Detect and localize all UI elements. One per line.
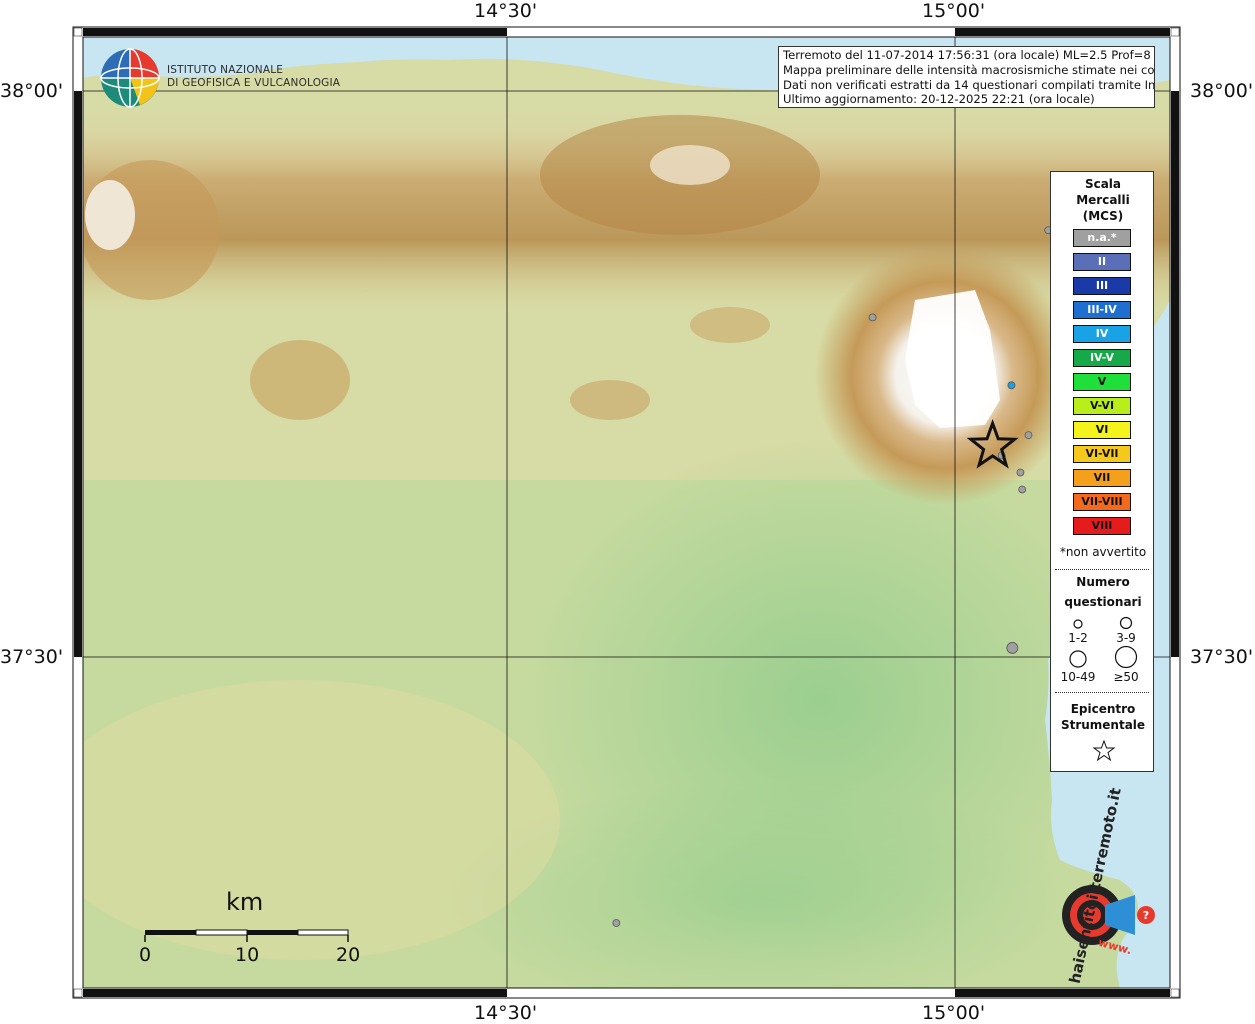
- legend-title-1: Scala: [1084, 177, 1122, 191]
- observation-marker-0[interactable]: [868, 313, 877, 322]
- scale-bar-tick-0: 0: [139, 944, 152, 966]
- scale-bar-tick-20: 20: [336, 944, 361, 966]
- epicenter-title-2: Strumentale: [1060, 718, 1146, 732]
- count-symbol-3-9: [1119, 616, 1133, 630]
- observation-marker-4[interactable]: [1018, 485, 1027, 494]
- lon-label-top-2: 15°00': [922, 0, 986, 22]
- epicenter-title-1: Epicentro: [1070, 702, 1136, 716]
- intensity-chip-n-a: n.a.*: [1073, 229, 1131, 247]
- legend-note: *non avvertito: [1059, 545, 1147, 559]
- intensity-chip-ii: II: [1073, 253, 1131, 271]
- lat-label-right-2: 37°30': [1190, 646, 1254, 668]
- legend-title-2: Mercalli: [1076, 193, 1130, 207]
- count-label-3-9: 3-9: [1116, 631, 1136, 645]
- observation-marker-3[interactable]: [1016, 468, 1025, 477]
- count-symbol-1-2: [1073, 619, 1083, 629]
- intensity-chip-iv-v: IV-V: [1073, 349, 1131, 367]
- intensity-chip-viii: VIII: [1073, 517, 1131, 535]
- lon-label-top-1: 14°30': [474, 0, 538, 22]
- svg-text:?: ?: [1143, 909, 1149, 922]
- intensity-chip-v-vi: V-VI: [1073, 397, 1131, 415]
- intensity-chip-iv: IV: [1073, 325, 1131, 343]
- lat-label-left-1: 38°00': [0, 80, 64, 102]
- count-label-1-2: 1-2: [1068, 631, 1088, 645]
- epicenter-legend-star-icon: [1093, 740, 1115, 762]
- lon-label-bottom-1: 14°30': [474, 1002, 538, 1024]
- count-label-10-49: 10-49: [1060, 670, 1096, 684]
- legend-panel: Scala Mercalli (MCS) n.a.* II III III-IV IV I…: [1050, 171, 1154, 772]
- ingv-logo-line1: ISTITUTO NAZIONALE: [167, 64, 284, 76]
- lon-label-bottom-2: 15°00': [922, 1002, 986, 1024]
- event-info-line1: Terremoto del 11-07-2014 17:56:31 (ora l…: [783, 48, 1155, 62]
- event-info-line4: Ultimo aggiornamento: 20-12-2025 22:21 (…: [783, 92, 1095, 107]
- observation-marker-5[interactable]: [1024, 431, 1033, 440]
- observation-marker-8[interactable]: [612, 919, 621, 927]
- count-symbol-10-49: [1069, 650, 1087, 668]
- intensity-chip-v: V: [1073, 373, 1131, 391]
- count-label-50: ≥50: [1113, 670, 1139, 684]
- lat-label-right-1: 38°00': [1190, 80, 1254, 102]
- intensity-chip-vii: VII: [1073, 469, 1131, 487]
- ingv-logo-line2: DI GEOFISICA E VULCANOLOGIA: [167, 77, 341, 89]
- count-symbol-50: [1114, 645, 1138, 669]
- intensity-chip-vii-viii: VII-VIII: [1073, 493, 1131, 511]
- intensity-chip-iii-iv: III-IV: [1073, 301, 1131, 319]
- count-title-2: questionari: [1064, 595, 1142, 609]
- scale-bar-tick-10: 10: [235, 944, 260, 966]
- intensity-chip-vi: VI: [1073, 421, 1131, 439]
- lat-label-left-2: 37°30': [0, 646, 64, 668]
- event-info-line2: Mappa preliminare delle intensità macros…: [783, 62, 1155, 77]
- scale-bar-unit: km: [226, 888, 264, 916]
- count-title-1: Numero: [1076, 575, 1130, 589]
- event-info-box: Terremoto del 11-07-2014 17:56:31 (ora l…: [778, 46, 1155, 108]
- observation-marker-1[interactable]: [1007, 381, 1016, 390]
- ingv-logo-globe: [100, 48, 160, 108]
- event-info-line3: Dati non verificati estratti da 14 quest…: [783, 77, 1155, 92]
- legend-title-3: (MCS): [1082, 209, 1124, 223]
- intensity-chip-vi-vii: VI-VII: [1073, 445, 1131, 463]
- intensity-chip-iii: III: [1073, 277, 1131, 295]
- observation-marker-7[interactable]: [1006, 642, 1019, 654]
